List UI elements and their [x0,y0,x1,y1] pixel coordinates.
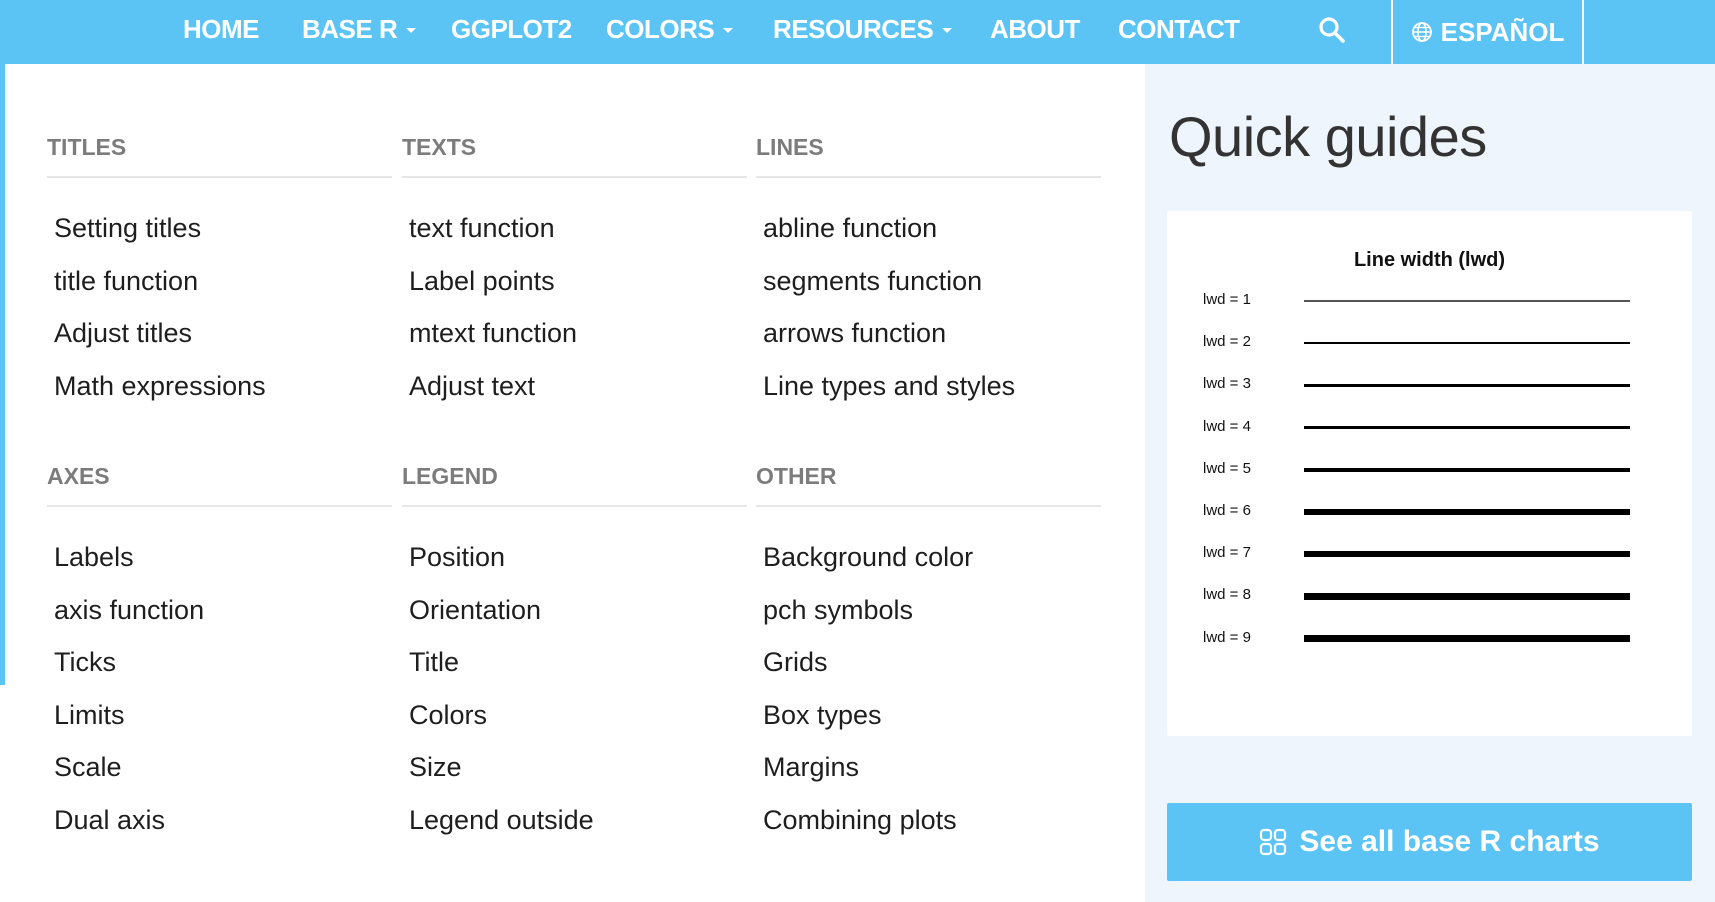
nav-base-r[interactable]: BASE R [302,0,417,58]
divider [402,176,747,178]
quick-guides-panel: Quick guides Line width (lwd) lwd = 1 lwd… [1145,64,1715,902]
menu-section-texts: TEXTS text function Label points mtext f… [402,128,747,412]
divider [756,505,1101,507]
menu-link[interactable]: Grids [763,636,1101,689]
nav-resources[interactable]: RESOURCES [773,0,953,58]
menu-link[interactable]: mtext function [409,307,747,360]
line-sample [1304,425,1630,430]
language-switch[interactable]: ESPAÑOL [1391,0,1584,64]
divider [47,505,392,507]
line-sample [1304,384,1630,387]
divider [47,176,392,178]
guide-row: lwd = 1 [1167,291,1692,315]
menu-link[interactable]: pch symbols [763,584,1101,637]
guide-row-label: lwd = 5 [1203,459,1251,477]
top-nav: HOME BASE R GGPLOT2 COLORS RESOURCES ABO… [0,0,1715,64]
menu-link[interactable]: Orientation [409,584,747,637]
menu-link[interactable]: text function [409,202,747,255]
menu-link[interactable]: Dual axis [54,794,392,847]
divider [756,176,1101,178]
nav-home[interactable]: HOME [183,0,260,58]
guide-row: lwd = 2 [1167,333,1692,357]
line-sample [1304,342,1630,345]
menu-link[interactable]: title function [54,255,392,308]
menu-link[interactable]: Setting titles [54,202,392,255]
line-sample [1304,300,1630,302]
guide-row: lwd = 7 [1167,544,1692,568]
menu-section-legend: LEGEND Position Orientation Title Colors… [402,457,747,846]
guide-row-label: lwd = 8 [1203,586,1251,604]
menu-link[interactable]: Limits [54,689,392,742]
guide-row-label: lwd = 9 [1203,628,1251,646]
chevron-down-icon [942,27,953,33]
menu-link[interactable]: Adjust titles [54,307,392,360]
section-heading: LEGEND [402,463,498,489]
menu-link[interactable]: Label points [409,255,747,308]
section-heading: TITLES [47,134,127,160]
globe-icon [1411,22,1432,42]
guide-row-label: lwd = 2 [1203,333,1251,351]
guide-row-label: lwd = 7 [1203,544,1251,562]
guide-row-label: lwd = 1 [1203,291,1251,308]
guide-row: lwd = 3 [1167,375,1692,399]
grid-icon [1260,828,1287,856]
section-heading: TEXTS [402,134,477,160]
menu-link[interactable]: Line types and styles [763,360,1101,413]
line-sample [1304,634,1630,643]
chevron-down-icon [723,27,734,33]
nav-about[interactable]: ABOUT [990,0,1080,58]
section-heading: AXES [47,463,110,489]
menu-link[interactable]: Combining plots [763,794,1101,847]
guide-row-label: lwd = 3 [1203,375,1251,393]
guide-row-label: lwd = 6 [1203,502,1251,519]
menu-link[interactable]: Adjust text [409,360,747,413]
divider [402,505,747,507]
section-heading: OTHER [756,463,837,489]
menu-link[interactable]: segments function [763,255,1101,308]
menu-link[interactable]: Labels [54,531,392,584]
menu-link[interactable]: Position [409,531,747,584]
quick-guide-card[interactable]: Line width (lwd) lwd = 1 lwd = 2 lwd = 3 lw… [1167,211,1692,736]
menu-link[interactable]: Legend outside [409,794,747,847]
see-all-label: See all base R charts [1299,825,1600,858]
guide-row: lwd = 8 [1167,586,1692,610]
line-sample [1304,509,1630,515]
guide-card-title: Line width (lwd) [1353,249,1506,271]
menu-link[interactable]: Margins [763,741,1101,794]
line-sample [1304,592,1630,600]
section-heading: LINES [756,134,824,160]
menu-section-axes: AXES Labels axis function Ticks Limits S… [47,457,392,846]
menu-link[interactable]: Title [409,636,747,689]
guide-row: lwd = 5 [1167,460,1692,484]
menu-link[interactable]: Math expressions [54,360,392,413]
menu-link[interactable]: Colors [409,689,747,742]
menu-link[interactable]: Background color [763,531,1101,584]
guide-row: lwd = 9 [1167,629,1692,653]
menu-link[interactable]: Ticks [54,636,392,689]
menu-link[interactable]: arrows function [763,307,1101,360]
menu-link[interactable]: Size [409,741,747,794]
language-label: ESPAÑOL [1440,16,1565,47]
guide-row-label: lwd = 4 [1203,417,1251,435]
chevron-down-icon [406,27,417,33]
nav-contact[interactable]: CONTACT [1118,0,1240,58]
line-sample [1304,467,1630,472]
line-sample [1304,551,1630,558]
see-all-charts-button[interactable]: See all base R charts [1167,803,1692,881]
nav-colors[interactable]: COLORS [606,0,734,58]
menu-link[interactable]: abline function [763,202,1101,255]
menu-link[interactable]: Scale [54,741,392,794]
menu-link[interactable]: axis function [54,584,392,637]
quick-guides-title: Quick guides [1169,105,1487,168]
menu-section-other: OTHER Background color pch symbols Grids… [756,457,1101,846]
nav-ggplot2[interactable]: GGPLOT2 [451,0,572,58]
search-icon[interactable] [1318,16,1346,44]
menu-section-titles: TITLES Setting titles title function Adj… [47,128,392,412]
guide-row: lwd = 4 [1167,418,1692,442]
menu-link[interactable]: Box types [763,689,1101,742]
menu-section-lines: LINES abline function segments function … [756,128,1101,412]
guide-row: lwd = 6 [1167,502,1692,526]
